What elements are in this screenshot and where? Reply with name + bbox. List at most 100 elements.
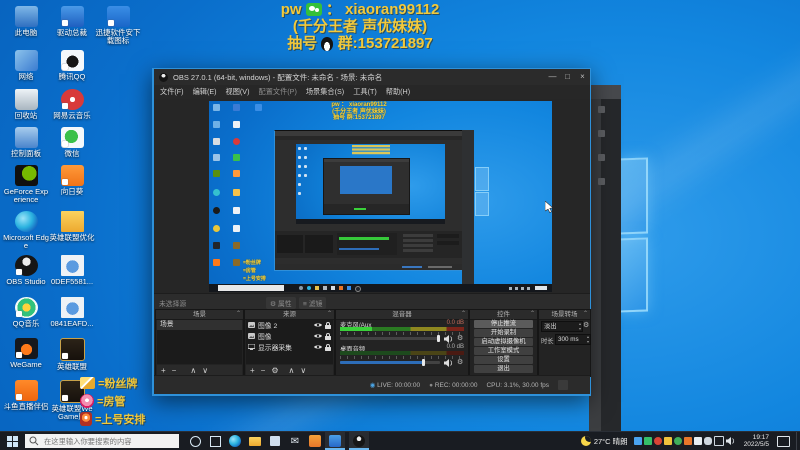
exit-button[interactable]: 退出	[474, 365, 533, 373]
dock-float-icon[interactable]: ⌃	[583, 310, 588, 319]
taskbar-blue-app[interactable]	[325, 432, 345, 450]
desktop-icon-geforce[interactable]: GeForce Experience	[3, 165, 49, 204]
add-scene-button[interactable]: +	[161, 366, 166, 375]
desktop-icon-control-panel[interactable]: 控制面板	[3, 127, 49, 158]
studio-mode-button[interactable]: 工作室模式	[474, 347, 533, 355]
source-item[interactable]: 显示器采集	[248, 342, 331, 352]
tray-icon-orange[interactable]	[683, 437, 692, 445]
taskbar-clock[interactable]: 19:17 2022/5/5	[744, 434, 769, 449]
tray-icon-bird[interactable]	[693, 437, 702, 445]
scene-item[interactable]: 场景	[157, 320, 242, 330]
source-up-button[interactable]: ∧	[289, 366, 295, 375]
source-item[interactable]: 图像 2	[248, 320, 331, 330]
menu-view[interactable]: 视图(V)	[226, 87, 250, 97]
search-input[interactable]	[42, 435, 176, 447]
desktop-icon-netease-music[interactable]: 网易云音乐	[49, 89, 95, 120]
desktop-icon-wechat[interactable]: 微信	[49, 127, 95, 158]
taskbar-orange-app[interactable]	[305, 432, 325, 450]
dock-float-icon[interactable]: ⌃	[236, 310, 241, 319]
taskbar-mail[interactable]: ✉	[285, 432, 305, 450]
desktop-icon-driver-genius[interactable]: 驱动总裁	[49, 6, 95, 37]
menu-tools[interactable]: 工具(T)	[353, 87, 377, 97]
desktop-icon-tencent-qq[interactable]: 腾讯QQ	[49, 50, 95, 81]
lock-icon[interactable]	[325, 343, 331, 351]
menu-help[interactable]: 帮助(H)	[386, 87, 410, 97]
settings-button[interactable]: 设置	[474, 356, 533, 364]
mic-settings-gear-icon[interactable]: ⚙	[457, 334, 463, 342]
weather-text[interactable]: 27°C 晴朗	[594, 436, 628, 447]
tray-icon-green[interactable]	[643, 437, 652, 445]
taskbar-file-explorer[interactable]	[245, 432, 265, 450]
menu-profile[interactable]: 配置文件(P)	[259, 87, 297, 97]
desktop-icon-recycle-bin[interactable]: 回收站	[3, 89, 49, 120]
taskbar-cortana[interactable]	[185, 432, 205, 450]
scene-down-button[interactable]: ∨	[202, 366, 208, 375]
desktop-icon-lol-folder[interactable]: 英雄联盟优化	[49, 211, 95, 242]
close-button[interactable]: ×	[575, 69, 590, 85]
source-properties-gear-icon[interactable]: ⚙	[271, 366, 278, 375]
properties-button[interactable]: ⚙ 属性	[266, 296, 296, 309]
desktop-icon-lol[interactable]: 英雄联盟	[49, 338, 95, 371]
desktop-icon-qq-music[interactable]: QQ音乐	[3, 297, 49, 328]
tray-icon-yellow[interactable]	[663, 437, 672, 445]
remove-source-button[interactable]: −	[261, 366, 266, 375]
desktop-icon-image-file-2[interactable]: 0841EAFD...	[49, 297, 95, 328]
desktop-icon-image-file-1[interactable]: 0DEF5581...	[49, 255, 95, 286]
desktop-icon-wegame[interactable]: WeGame	[3, 338, 49, 369]
filters-button[interactable]: ≡ 滤镜	[299, 296, 327, 309]
slider-handle[interactable]	[437, 335, 440, 342]
scene-up-button[interactable]: ∧	[190, 366, 196, 375]
desktop-icon-network[interactable]: 网络	[3, 50, 49, 81]
desktop-audio-settings-gear-icon[interactable]: ⚙	[457, 358, 463, 366]
lock-icon[interactable]	[325, 332, 331, 340]
desktop-audio-volume-slider[interactable]	[340, 359, 440, 366]
eye-icon[interactable]	[314, 322, 322, 328]
start-button[interactable]	[7, 435, 18, 447]
tray-icon-sunlogin[interactable]	[633, 437, 642, 445]
dock-float-icon[interactable]: ⌃	[461, 310, 466, 319]
spinner-arrows-icon[interactable]: ▴ ▾	[587, 334, 589, 344]
start-virtual-camera-button[interactable]: 启动虚拟摄像机	[474, 338, 533, 346]
menu-file[interactable]: 文件(F)	[160, 87, 184, 97]
tray-icon-speaker[interactable]	[725, 432, 736, 450]
speaker-icon[interactable]	[444, 359, 454, 369]
dock-float-icon[interactable]: ⌃	[327, 310, 332, 319]
add-source-button[interactable]: +	[250, 366, 255, 375]
eye-icon[interactable]	[314, 333, 322, 339]
lock-icon[interactable]	[325, 321, 331, 329]
start-recording-button[interactable]: 开始录制	[474, 329, 533, 337]
menu-edit[interactable]: 编辑(E)	[193, 87, 217, 97]
obs-preview-canvas[interactable]: pw ： xiaoran99112 (千分王者 声优妹妹) 抽号 群:15372…	[154, 99, 590, 293]
taskbar-edge[interactable]	[225, 432, 245, 450]
resize-grip[interactable]	[558, 380, 568, 390]
spinner-arrows-icon[interactable]: ▴ ▾	[579, 321, 581, 331]
desktop-icon-douyu[interactable]: 斗鱼直播伴侣	[3, 380, 49, 411]
slider-handle[interactable]	[422, 359, 425, 366]
eye-icon[interactable]	[314, 344, 322, 350]
stop-streaming-button[interactable]: 停止推流	[474, 320, 533, 328]
transition-select[interactable]: 淡出 ▴ ▾	[541, 321, 583, 332]
dock-float-icon[interactable]: ⌃	[530, 310, 535, 319]
tray-icon-mic[interactable]	[703, 437, 712, 445]
remove-scene-button[interactable]: −	[172, 366, 177, 375]
show-desktop-button[interactable]	[796, 432, 800, 450]
obs-titlebar[interactable]: OBS 27.0.1 (64-bit, windows) - 配置文件: 未命名…	[154, 69, 590, 85]
menu-scene-collection[interactable]: 场景集合(S)	[306, 87, 344, 97]
desktop-icon-this-pc[interactable]: 此电脑	[3, 6, 49, 37]
maximize-button[interactable]: □	[560, 69, 575, 85]
tray-icon-display[interactable]	[713, 436, 724, 446]
mic-volume-slider[interactable]	[340, 335, 440, 342]
minimize-button[interactable]: —	[545, 69, 560, 85]
desktop-icon-sunflower[interactable]: 向日葵	[49, 165, 95, 196]
taskbar-obs[interactable]	[349, 432, 369, 450]
source-item[interactable]: 图像	[248, 331, 331, 341]
duration-spinbox[interactable]: 300 ms ▴ ▾	[555, 334, 591, 345]
tray-icon-red[interactable]	[653, 437, 662, 445]
transition-gear-icon[interactable]: ⚙	[583, 321, 589, 329]
source-down-button[interactable]: ∨	[300, 366, 306, 375]
taskbar-task-view[interactable]	[205, 432, 225, 450]
desktop-icon-xunjie[interactable]: 迅捷软件安下载图标	[95, 6, 141, 45]
desktop-icon-obs-studio[interactable]: OBS Studio	[3, 255, 49, 286]
taskbar-store[interactable]	[265, 432, 285, 450]
tray-icon-shield[interactable]	[673, 437, 682, 445]
